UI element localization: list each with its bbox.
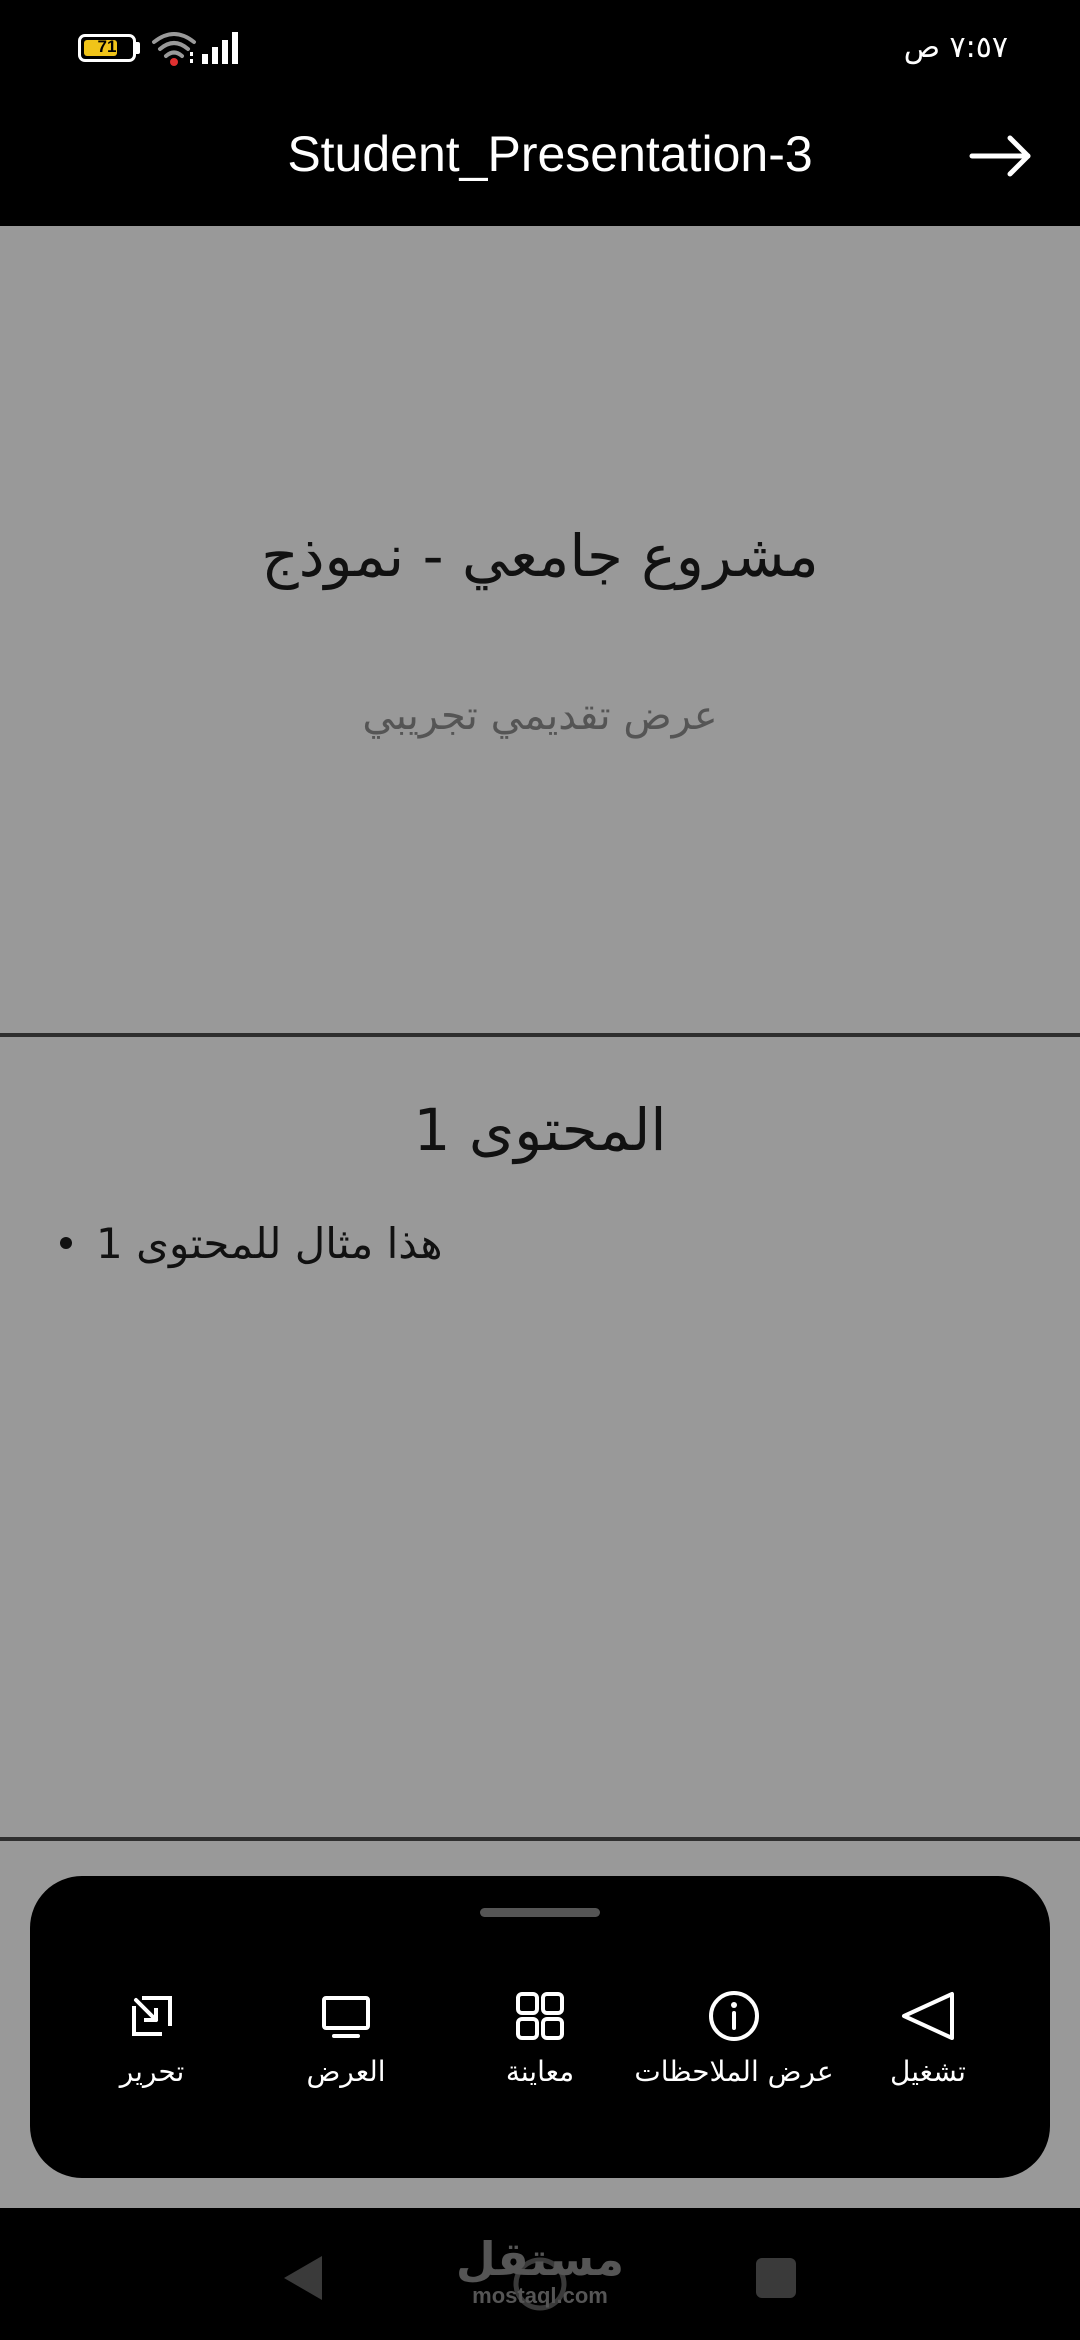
show-notes-button[interactable]: عرض الملاحظات <box>634 1986 834 2116</box>
battery-tip <box>136 42 140 54</box>
slide-1-subtitle: عرض تقديمي تجريبي <box>362 693 718 739</box>
actions-bottom-sheet: تحرير العرض معاينة عرض الملاحظات تشغيل <box>30 1876 1050 2178</box>
signal-icon <box>202 32 238 64</box>
arrow-right-icon[interactable] <box>960 126 1040 186</box>
slide-thumbnail-1[interactable]: مشروع جامعي - نموذج عرض تقديمي تجريبي <box>0 226 1080 1037</box>
view-label: العرض <box>306 2055 386 2088</box>
view-button[interactable]: العرض <box>246 1986 446 2116</box>
document-title: Student_Presentation-3 <box>287 126 813 182</box>
battery-level: 71 <box>97 37 117 56</box>
grid-icon <box>516 1992 564 2040</box>
play-button[interactable]: تشغيل <box>828 1986 1028 2116</box>
slide-2-bullet: هذا مثال للمحتوى 1 <box>60 1214 442 1274</box>
nav-recents-icon[interactable] <box>756 2258 796 2298</box>
nav-back-icon[interactable] <box>278 2252 330 2304</box>
battery-icon: 71 <box>78 34 136 62</box>
preview-button[interactable]: معاينة <box>440 1986 640 2116</box>
info-icon <box>709 1991 759 2041</box>
sheet-drag-handle[interactable] <box>480 1908 600 1917</box>
edit-label: تحرير <box>119 2055 185 2088</box>
wifi-icon <box>152 32 196 66</box>
bullet-dot <box>60 1236 72 1249</box>
bullet-text: هذا مثال للمحتوى 1 <box>96 1219 443 1268</box>
edit-icon <box>132 1996 172 2036</box>
slide-thumbnail-2[interactable]: المحتوى 1 هذا مثال للمحتوى 1 <box>0 1037 1080 1841</box>
play-label: تشغيل <box>890 2055 966 2088</box>
slide-1-title: مشروع جامعي - نموذج <box>261 522 819 590</box>
edit-button[interactable]: تحرير <box>52 1986 252 2116</box>
app-header: Student_Presentation-3 <box>0 96 1080 226</box>
system-nav-bar: مستقل mostaql.com <box>0 2208 1080 2340</box>
status-time: ٧:٥٧ ص <box>903 30 1008 65</box>
play-icon <box>902 1992 954 2040</box>
nav-home-icon[interactable] <box>508 2248 572 2312</box>
monitor-icon <box>322 1996 370 2038</box>
status-bar: 71 ٧:٥٧ ص <box>0 0 1080 96</box>
show-notes-label: عرض الملاحظات <box>634 2055 834 2088</box>
slide-2-title: المحتوى 1 <box>413 1096 667 1164</box>
preview-label: معاينة <box>505 2055 575 2088</box>
